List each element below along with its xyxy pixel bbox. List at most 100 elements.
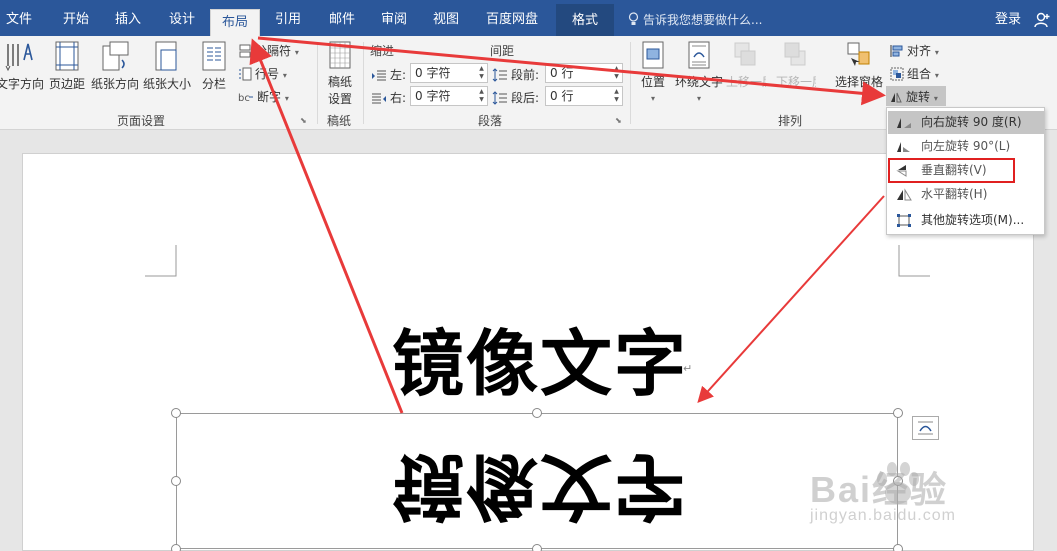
chevron-down-icon: ▾	[294, 48, 299, 57]
indent-left-value: 0 字符	[415, 66, 451, 80]
position-button[interactable]: 位置 ▾	[636, 40, 670, 104]
resize-handle[interactable]	[171, 476, 181, 486]
resize-handle[interactable]	[171, 544, 181, 551]
breaks-label: 分隔符	[255, 44, 292, 58]
indent-right-field[interactable]: 0 字符 ▲ ▼	[410, 86, 488, 106]
send-backward-button[interactable]: 下移一层	[776, 40, 816, 90]
stepper-icon[interactable]: ▲ ▼	[477, 65, 486, 81]
tab-format[interactable]: 格式	[556, 4, 614, 36]
space-after-field[interactable]: 0 行 ▲ ▼	[545, 86, 623, 106]
resize-handle[interactable]	[893, 408, 903, 418]
stepper-icon[interactable]: ▲ ▼	[477, 88, 486, 104]
line-numbers-icon	[239, 67, 252, 81]
indent-header: 缩进	[370, 44, 395, 58]
ribbon-tab-bar: 文件 开始 插入 设计 布局 引用 邮件 审阅 视图 百度网盘 格式 告诉我您想…	[0, 0, 1057, 36]
menu-item-flip-horizontal[interactable]: 水平翻转(H)	[888, 183, 1044, 206]
user-add-icon[interactable]	[1034, 12, 1050, 28]
group-separator	[630, 42, 631, 124]
watermark-url: jingyan.baidu.com	[810, 507, 956, 524]
paragraph-launcher-icon[interactable]: ⬊	[615, 116, 622, 125]
tab-view[interactable]: 视图	[422, 0, 470, 36]
document-heading[interactable]: 镜像文字	[392, 305, 688, 410]
hyphenation-label: 断字	[257, 90, 282, 104]
text-direction-icon	[5, 43, 33, 72]
chevron-down-icon: ▾	[650, 94, 655, 103]
margin-corner-mark	[145, 245, 177, 277]
group-separator	[317, 42, 318, 124]
resize-handle[interactable]	[532, 544, 542, 551]
position-label: 位置	[640, 75, 665, 89]
resize-handle[interactable]	[893, 544, 903, 551]
flip-horizontal-icon	[897, 188, 912, 201]
breaks-button[interactable]: 分隔符 ▾	[238, 42, 299, 59]
stepper-icon[interactable]: ▲ ▼	[612, 65, 621, 81]
wrap-text-label: 环绕文字	[674, 75, 723, 89]
size-button[interactable]: 纸张大小	[141, 40, 193, 92]
align-button[interactable]: 对齐 ▾	[890, 42, 939, 59]
wrap-text-button[interactable]: 环绕文字 ▾	[674, 40, 724, 104]
wrap-text-icon	[688, 41, 710, 69]
stepper-icon[interactable]: ▲ ▼	[612, 88, 621, 104]
rotate-button[interactable]: 旋转 ▾	[886, 86, 946, 106]
manuscript-settings-button[interactable]: 稿纸 设置	[322, 40, 358, 107]
chevron-down-icon: ▾	[934, 48, 939, 57]
margin-corner-mark	[898, 245, 930, 277]
margins-label: 页边距	[48, 77, 85, 91]
arrange-group-label: 排列	[778, 114, 803, 128]
columns-button[interactable]: 分栏	[198, 40, 230, 92]
orientation-icon	[102, 41, 129, 71]
resize-handle[interactable]	[171, 408, 181, 418]
tab-review[interactable]: 审阅	[370, 0, 418, 36]
orientation-button[interactable]: 纸张方向	[90, 40, 140, 92]
line-numbers-button[interactable]: 行号 ▾	[238, 65, 287, 82]
space-before-label-wrap: 段前:	[492, 66, 539, 83]
text-direction-button[interactable]: 文字方向	[0, 40, 45, 92]
selection-pane-button[interactable]: 选择窗格	[832, 40, 886, 90]
tab-layout[interactable]: 布局	[210, 9, 260, 36]
bring-forward-button[interactable]: 上移一层	[726, 40, 766, 90]
indent-left-label-wrap: 左:	[371, 66, 406, 83]
space-after-label: 段后:	[511, 91, 540, 105]
space-before-field[interactable]: 0 行 ▲ ▼	[545, 63, 623, 83]
space-after-value: 0 行	[550, 89, 574, 103]
menu-item-rotate-left-90[interactable]: 向左旋转 90°(L)	[888, 135, 1044, 158]
selection-pane-label: 选择窗格	[834, 75, 883, 89]
size-label: 纸张大小	[142, 77, 191, 91]
page-setup-group-label: 页面设置	[117, 114, 166, 128]
menu-item-more-rotation-options[interactable]: 其他旋转选项(M)...	[888, 209, 1044, 232]
hyphenation-button[interactable]: bc 断字 ▾	[238, 88, 289, 105]
resize-handle[interactable]	[532, 408, 542, 418]
indent-left-icon	[372, 70, 386, 81]
layout-options-button[interactable]	[912, 416, 939, 440]
columns-icon	[202, 41, 226, 71]
tab-references[interactable]: 引用	[264, 0, 312, 36]
svg-text:bc: bc	[238, 93, 250, 104]
tab-design[interactable]: 设计	[158, 0, 206, 36]
rotate-left-label: 向左旋转 90°(L)	[921, 139, 1011, 153]
tab-insert[interactable]: 插入	[104, 0, 152, 36]
spacing-header: 间距	[490, 44, 515, 58]
group-objects-label: 组合	[907, 67, 932, 81]
tab-baidu-netdisk[interactable]: 百度网盘	[476, 0, 548, 36]
text-direction-label: 文字方向	[0, 77, 45, 91]
layout-options-icon	[918, 421, 933, 435]
rotate-left-icon	[897, 142, 910, 152]
annotation-highlight-box	[888, 158, 1015, 183]
login-link[interactable]: 登录	[995, 0, 1021, 40]
tab-home[interactable]: 开始	[52, 0, 100, 36]
space-before-value: 0 行	[550, 66, 574, 80]
flipped-text[interactable]: 镜像文字	[392, 440, 688, 545]
tab-file[interactable]: 文件	[0, 0, 38, 36]
line-numbers-label: 行号	[255, 67, 280, 81]
menu-item-rotate-right-90[interactable]: 向右旋转 90 度(R)	[888, 111, 1044, 134]
indent-left-label: 左:	[390, 68, 407, 82]
watermark-brand: Bai经验	[810, 469, 949, 510]
tab-mailings[interactable]: 邮件	[318, 0, 366, 36]
margins-button[interactable]: 页边距	[46, 40, 88, 92]
indent-left-field[interactable]: 0 字符 ▲ ▼	[410, 63, 488, 83]
tell-me-box[interactable]: 告诉我您想要做什么...	[628, 0, 762, 36]
baidu-watermark: Bai经验 jingyan.baidu.com	[806, 455, 1046, 545]
page-setup-launcher-icon[interactable]: ⬊	[300, 116, 307, 125]
manuscript-group-label: 稿纸	[327, 114, 352, 128]
group-objects-button[interactable]: 组合 ▾	[890, 65, 939, 82]
